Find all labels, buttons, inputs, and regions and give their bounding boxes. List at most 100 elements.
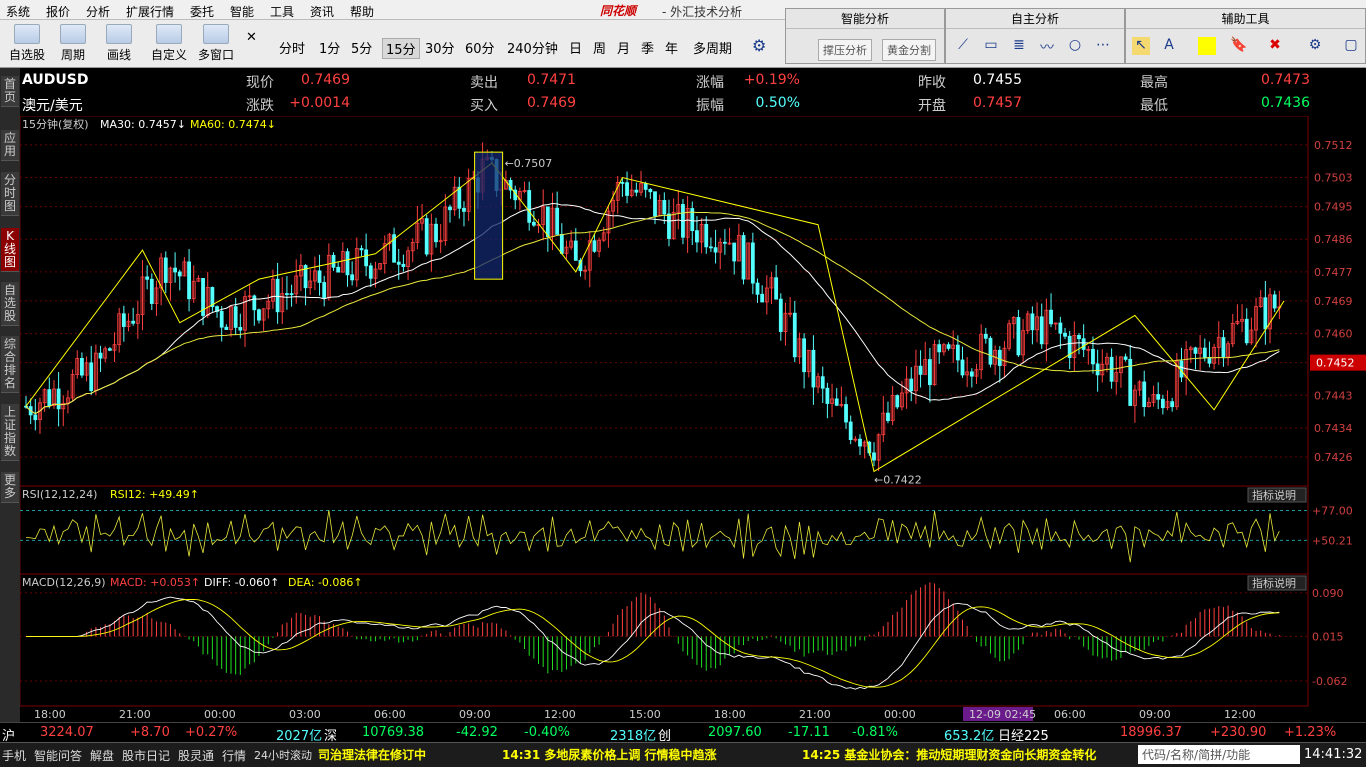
sidebar-apps[interactable]: 应用 [1, 130, 19, 161]
bottom-diary[interactable]: 股市日记 [122, 747, 170, 764]
quote-value: 0.7457 [973, 95, 1022, 111]
macd-explain-label[interactable]: 指标说明 [1252, 576, 1296, 590]
aux-tools-panel: 辅助工具 ↖ A 🔖 ✖ ⚙ ▢ [1125, 8, 1366, 64]
price-tick: 0.7486 [1314, 233, 1353, 246]
menu-quote[interactable]: 报价 [46, 3, 70, 20]
x-tick: 18:00 [34, 708, 66, 721]
menu-trade[interactable]: 委托 [190, 3, 214, 20]
bottom-24h[interactable]: 24小时滚动 [254, 747, 312, 763]
rsi-tick: +50.21 [1312, 534, 1353, 547]
period-season[interactable]: 季 [638, 38, 657, 57]
fib-icon[interactable]: ≣ [1010, 37, 1028, 55]
candle-body [233, 306, 238, 328]
watchlist-button[interactable]: 自选股 [8, 24, 46, 64]
news-ticker-2[interactable]: 14:31 多地尿素价格上调 行情稳中趋涨 [502, 746, 717, 763]
menu-system[interactable]: 系统 [6, 3, 30, 20]
period-indicator-label: 15分钟(复权) [22, 117, 89, 131]
smart-analysis-panel: 智能分析 撑压分析 黄金分割 [785, 8, 945, 64]
nk-change: +230.90 [1210, 725, 1267, 740]
macd-value: MACD: +0.053↑ [110, 576, 200, 589]
candle-body [107, 348, 112, 351]
candle-body [163, 257, 168, 283]
sidebar-kline[interactable]: K线图 [1, 228, 19, 272]
menu-analysis[interactable]: 分析 [86, 3, 110, 20]
menu-news[interactable]: 资讯 [310, 3, 334, 20]
period-240m[interactable]: 240分钟 [504, 38, 561, 57]
period-button[interactable]: 周期 [54, 24, 92, 64]
bookmark-icon[interactable]: 🔖 [1230, 37, 1248, 55]
sidebar-shindex[interactable]: 上证指数 [1, 404, 19, 461]
grid-icon [203, 24, 229, 44]
rsi-explain-label[interactable]: 指标说明 [1252, 488, 1296, 502]
color-icon[interactable] [1198, 37, 1216, 55]
menu-smart[interactable]: 智能 [230, 3, 254, 20]
multi-window-button[interactable]: 多窗口 [196, 24, 236, 64]
close-icon[interactable]: ✕ [246, 30, 257, 45]
support-resistance-button[interactable]: 撑压分析 [818, 39, 872, 61]
x-tick: 09:00 [459, 708, 491, 721]
nk-percent: +1.23% [1284, 725, 1337, 740]
x-tick: 12:00 [1224, 708, 1256, 721]
period-5m[interactable]: 5分 [348, 38, 375, 57]
text-icon[interactable]: A [1160, 37, 1178, 55]
bottom-mobile[interactable]: 手机 [2, 747, 26, 764]
candle-body [704, 224, 709, 248]
x-tick: 03:00 [289, 708, 321, 721]
candle-body [1123, 356, 1128, 360]
golden-ratio-button[interactable]: 黄金分割 [882, 39, 936, 61]
news-ticker-3[interactable]: 14:25 基金业协会：推动短期理财资金向长期资金转化 [802, 746, 1096, 763]
period-60m[interactable]: 60分 [462, 38, 498, 57]
expand-icon[interactable]: ▢ [1342, 37, 1360, 55]
bottom-stockpass[interactable]: 股灵通 [178, 747, 214, 764]
candle-body [1095, 363, 1100, 376]
menu-extended[interactable]: 扩展行情 [126, 3, 174, 20]
settings-icon[interactable]: ⚙ [1306, 37, 1324, 55]
candle-body [988, 337, 993, 365]
line-icon[interactable]: ⟋ [954, 37, 972, 55]
period-day[interactable]: 日 [566, 38, 585, 57]
candle-body [350, 274, 355, 281]
rect-icon[interactable]: ▭ [982, 37, 1000, 55]
candle-body [285, 293, 289, 295]
period-multi[interactable]: 多周期 [690, 38, 735, 57]
menu-help[interactable]: 帮助 [350, 3, 374, 20]
nk-value: 18996.37 [1120, 725, 1183, 740]
pointer-icon[interactable]: ↖ [1132, 37, 1150, 55]
quote-value: 0.7436 [1261, 95, 1310, 111]
news-ticker-1[interactable]: 司治理法律在修订中 [318, 746, 426, 763]
period-week[interactable]: 周 [590, 38, 609, 57]
circle-icon[interactable]: ○ [1066, 37, 1084, 55]
bottom-analysis[interactable]: 解盘 [90, 747, 114, 764]
period-timeshare[interactable]: 分时 [276, 38, 308, 57]
more-icon[interactable]: ⋯ [1094, 37, 1112, 55]
period-month[interactable]: 月 [614, 38, 633, 57]
search-input[interactable]: 代码/名称/简拼/功能 [1138, 745, 1300, 764]
sidebar-watchlist[interactable]: 自选股 [1, 282, 19, 326]
bottom-market[interactable]: 行情 [222, 747, 246, 764]
candle-body [121, 313, 126, 327]
gear-icon[interactable]: ⚙ [752, 36, 766, 55]
menu-tools[interactable]: 工具 [270, 3, 294, 20]
wave-icon[interactable]: 〰 [1038, 37, 1056, 56]
candle-body [47, 389, 52, 407]
kline-chart[interactable]: 15分钟(复权) MA30: 0.7457↓ MA60: 0.7474↓ 0.7512… [20, 116, 1366, 722]
period-30m[interactable]: 30分 [422, 38, 458, 57]
candle-body [448, 206, 452, 211]
candle-body [364, 249, 369, 267]
sidebar-timeshare[interactable]: 分时图 [1, 172, 19, 216]
period-year[interactable]: 年 [662, 38, 681, 57]
sidebar-more[interactable]: 更多 [1, 472, 19, 503]
self-analysis-panel: 自主分析 ⟋ ▭ ≣ 〰 ○ ⋯ [945, 8, 1125, 64]
diff-value: DIFF: -0.060↑ [204, 576, 279, 589]
custom-button[interactable]: 自定义 [150, 24, 188, 64]
period-1m[interactable]: 1分 [316, 38, 343, 57]
delete-icon[interactable]: ✖ [1266, 37, 1284, 55]
selection-box[interactable] [474, 151, 504, 280]
sidebar-ranking[interactable]: 综合排名 [1, 336, 19, 393]
bottom-qa[interactable]: 智能问答 [34, 747, 82, 764]
quote-label: 卖出 [470, 75, 498, 91]
period-15m[interactable]: 15分 [382, 38, 420, 59]
sidebar-home[interactable]: 首页 [1, 76, 19, 107]
candle-body [653, 191, 657, 217]
draw-line-button[interactable]: 画线 [100, 24, 138, 64]
